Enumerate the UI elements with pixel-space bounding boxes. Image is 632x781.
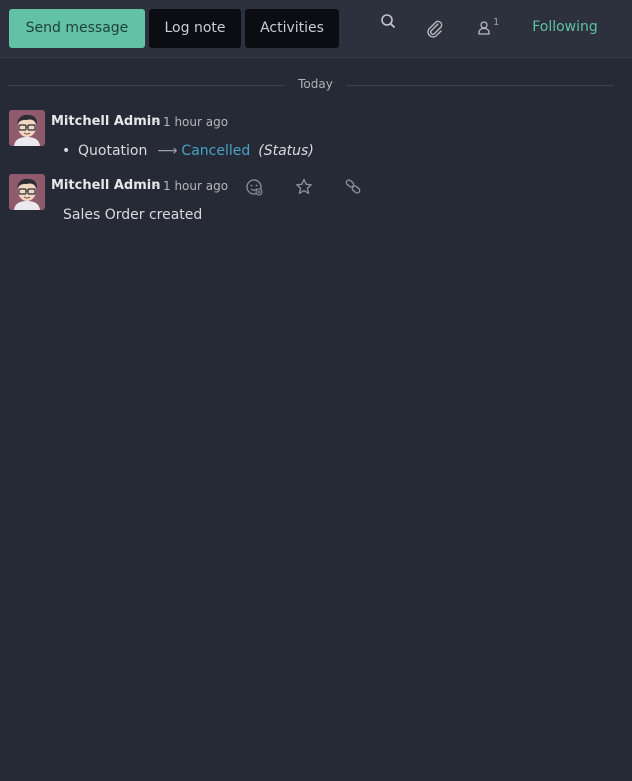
separator-line <box>9 85 285 86</box>
separator-line <box>346 85 614 86</box>
bullet-icon: • <box>62 143 71 159</box>
avatar[interactable] <box>9 174 45 210</box>
message-body: Sales Order created <box>63 207 203 223</box>
message-author[interactable]: Mitchell Admin <box>51 114 160 129</box>
arrow-right-icon: ⟶ <box>157 143 178 159</box>
message-timestamp: 1 hour ago <box>163 115 229 129</box>
tracked-field-name: (Status) <box>258 143 314 159</box>
author-separator: - <box>153 178 158 193</box>
chatter-topbar: Send message Log note Activities 1 Follo… <box>0 0 632 58</box>
log-note-button[interactable]: Log note <box>149 9 241 48</box>
avatar[interactable] <box>9 110 45 146</box>
tracking-value: • Quotation ⟶ Cancelled (Status) <box>62 143 314 159</box>
search-icon[interactable] <box>374 7 402 35</box>
following-button[interactable]: Following <box>520 19 610 35</box>
add-reaction-icon[interactable] <box>243 176 265 198</box>
message: Mitchell Admin - 1 hour ago • Quotation ⟶ C… <box>9 110 614 160</box>
message-timestamp: 1 hour ago <box>163 179 229 193</box>
old-value: Quotation <box>78 143 148 159</box>
paperclip-icon[interactable] <box>420 14 448 42</box>
follower-count: 1 <box>493 17 500 28</box>
send-message-button[interactable]: Send message <box>9 9 145 48</box>
message: Mitchell Admin - 1 hour ago Sales Order … <box>9 174 614 230</box>
star-icon[interactable] <box>293 176 315 198</box>
author-separator: - <box>153 114 158 129</box>
separator-label: Today <box>298 77 333 91</box>
new-value: Cancelled <box>181 143 251 159</box>
activities-button[interactable]: Activities <box>245 9 339 48</box>
link-icon[interactable] <box>342 176 364 198</box>
message-author[interactable]: Mitchell Admin <box>51 178 160 193</box>
date-separator: Today <box>9 77 614 94</box>
